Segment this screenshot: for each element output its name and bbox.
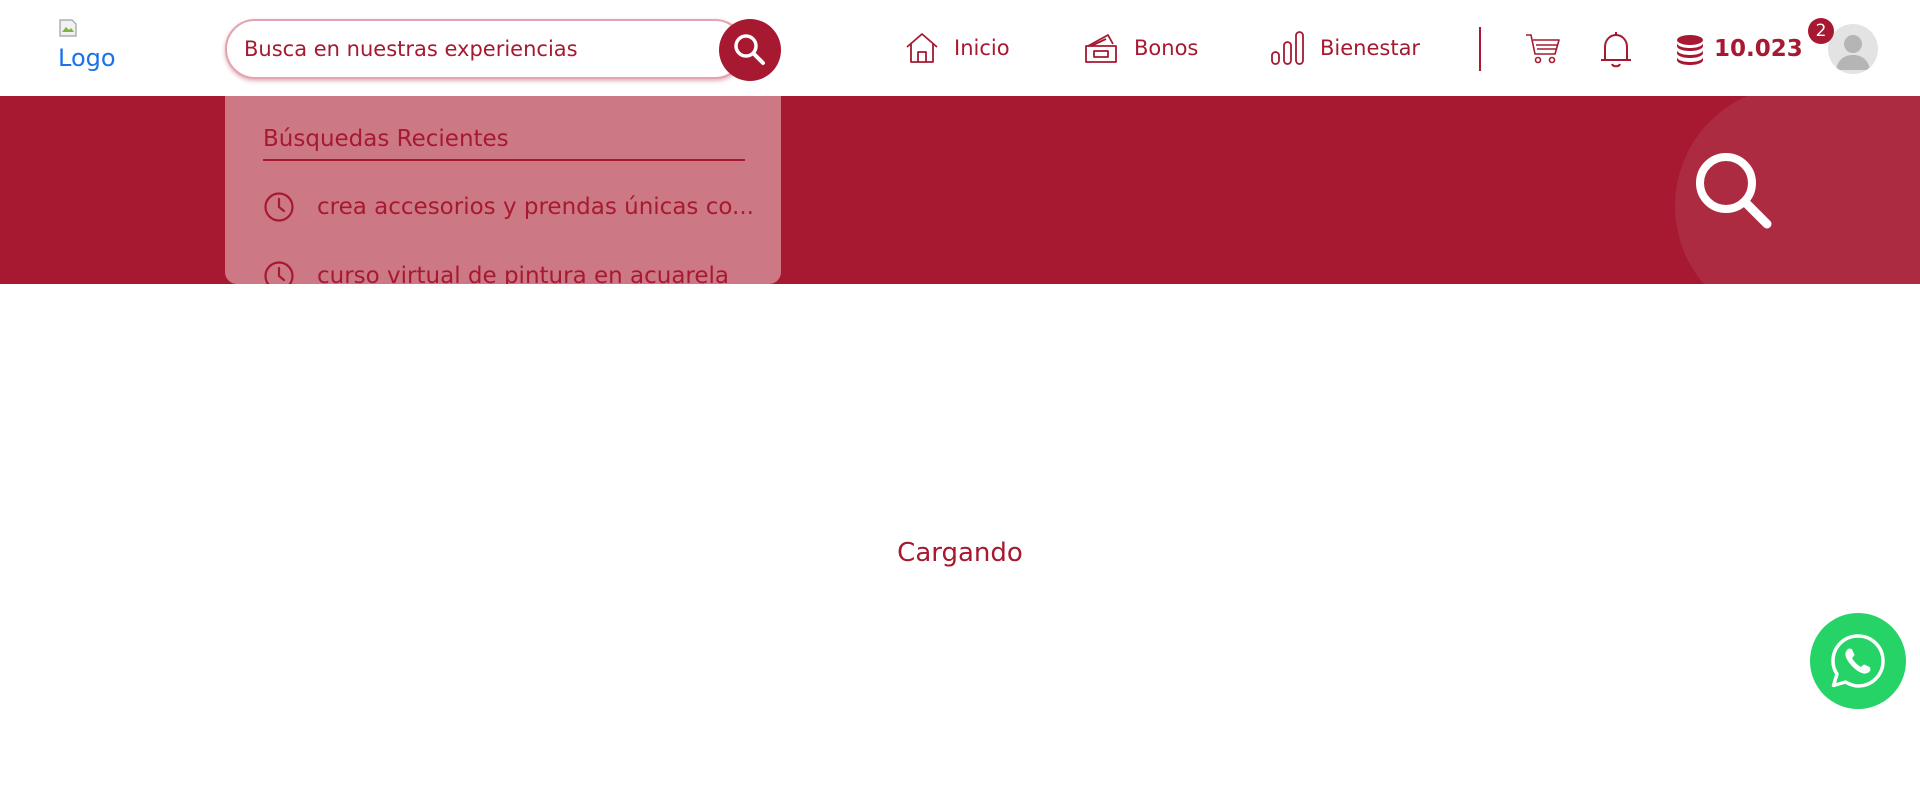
bar-chart-icon: [1271, 31, 1304, 65]
notification-badge: 2: [1808, 18, 1834, 44]
cart-icon: [1526, 34, 1560, 64]
cart-button[interactable]: [1524, 30, 1562, 68]
ticket-icon: [1085, 34, 1117, 63]
points-value: 10.023: [1714, 36, 1803, 62]
nav-item-bonos[interactable]: Bonos: [1082, 24, 1198, 72]
broken-image-icon: [59, 19, 77, 37]
nav-label: Bienestar: [1320, 36, 1421, 60]
nav-item-inicio[interactable]: Inicio: [904, 24, 1010, 72]
logo-alt-text: Logo: [58, 44, 116, 72]
notifications-button[interactable]: [1597, 28, 1635, 70]
coins-icon: [1677, 35, 1703, 65]
search-button[interactable]: [719, 19, 781, 81]
avatar[interactable]: [1828, 24, 1878, 74]
search-bar: [225, 19, 781, 81]
whatsapp-button[interactable]: [1810, 613, 1906, 709]
points-balance[interactable]: 10.023: [1674, 28, 1803, 70]
top-navbar: Logo Inicio Bonos: [0, 0, 1920, 96]
divider: [263, 159, 745, 161]
clock-icon: [264, 261, 294, 284]
logo[interactable]: Logo: [58, 18, 138, 78]
recent-search-item[interactable]: curso virtual de pintura en acuarela: [263, 259, 763, 284]
search-icon: [1696, 153, 1772, 229]
clock-icon: [264, 192, 294, 222]
header-divider: [1479, 27, 1481, 71]
nav-item-bienestar[interactable]: Bienestar: [1270, 24, 1420, 72]
recent-searches-title: Búsquedas Recientes: [263, 126, 509, 152]
loading-text: Cargando: [897, 538, 1023, 568]
search-input[interactable]: [225, 19, 745, 79]
recent-search-text: crea accesorios y prendas únicas co...: [317, 194, 754, 220]
nav-label: Bonos: [1134, 36, 1199, 60]
recent-search-item[interactable]: crea accesorios y prendas únicas co...: [263, 190, 763, 224]
user-icon: [1836, 35, 1870, 70]
bell-icon: [1601, 32, 1631, 68]
nav-label: Inicio: [954, 36, 1010, 60]
search-icon: [734, 34, 765, 65]
home-icon: [906, 33, 938, 63]
recent-searches-dropdown: Búsquedas Recientes crea accesorios y pr…: [225, 96, 781, 284]
whatsapp-icon: [1831, 634, 1885, 688]
recent-search-text: curso virtual de pintura en acuarela: [317, 263, 730, 284]
